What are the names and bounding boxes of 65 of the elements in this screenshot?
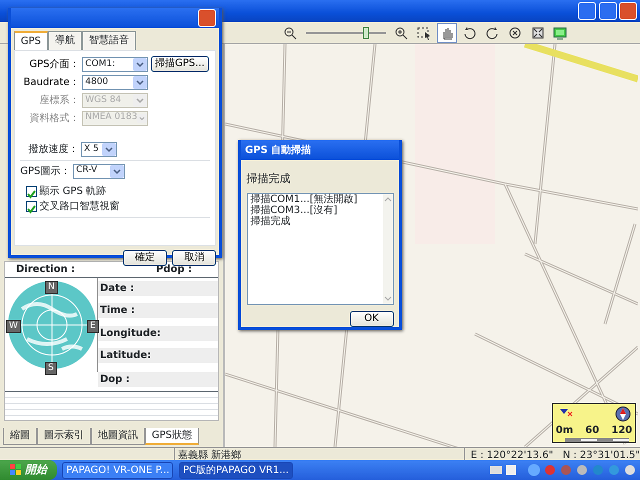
field-label: 撥放速度： xyxy=(28,142,80,157)
signal-off-icon xyxy=(559,408,573,418)
log-line: 掃描COM3...[沒有] xyxy=(249,205,338,216)
compass-label: S xyxy=(45,362,57,375)
log-line: 掃描完成 xyxy=(249,216,292,227)
taskbar-button[interactable]: PC版的PAPAGO VR1... xyxy=(178,462,293,478)
dialog-tab[interactable]: 智慧語音 xyxy=(82,30,136,50)
scan-gps-button[interactable]: 掃描GPS... xyxy=(151,56,209,72)
dialog-message: 掃描完成 xyxy=(246,171,292,187)
select-tool-icon xyxy=(416,26,431,40)
monitor-icon xyxy=(553,26,568,40)
field-label: 資料格式： xyxy=(28,112,80,126)
restore-button[interactable] xyxy=(598,2,616,20)
field-label: Latitude: xyxy=(98,348,218,363)
minimize-button[interactable] xyxy=(578,2,596,20)
panel-tab[interactable]: 圖示索引 xyxy=(36,428,91,445)
taskbar-button[interactable]: PAPAGO! VR-ONE P... xyxy=(62,462,174,478)
field-label: Direction : xyxy=(16,263,76,277)
panel-tab[interactable]: 地圖資訊 xyxy=(90,428,145,445)
status-coordinates: E : 120°22'13.6" N : 23°31'01.5" xyxy=(470,449,640,460)
compass-label: N xyxy=(45,281,58,294)
close-button[interactable] xyxy=(198,9,216,27)
compass-label: E xyxy=(87,320,99,333)
checkbox-label: 顯示 GPS 軌跡 xyxy=(40,184,106,199)
field-label: GPS圖示： xyxy=(20,164,72,178)
zoom-in-icon xyxy=(394,26,408,40)
dropdown[interactable]: 4800 xyxy=(82,75,148,90)
windows-logo-icon xyxy=(10,464,22,476)
field-label: Date : xyxy=(98,280,218,296)
dialog-button[interactable]: 確定 xyxy=(122,250,167,266)
dropdown[interactable]: X 5 xyxy=(81,142,117,157)
field-label: Baudrate： xyxy=(22,76,80,90)
panel-tab[interactable]: 縮圖 xyxy=(2,428,37,445)
zoom-out-icon xyxy=(283,26,297,40)
compass-label: W xyxy=(6,320,21,333)
dialog-tab[interactable]: GPS xyxy=(14,30,48,50)
panel-tab[interactable]: GPS狀態 xyxy=(144,428,199,445)
scale-label: 60 xyxy=(585,424,600,438)
dialog-button[interactable]: 取消 xyxy=(172,250,216,266)
checkbox[interactable] xyxy=(26,186,37,197)
checkbox-label: 交叉路口智慧視窗 xyxy=(40,200,120,214)
checkbox[interactable] xyxy=(26,201,37,212)
field-label: GPS介面： xyxy=(28,58,80,72)
rotate-left-icon xyxy=(462,26,476,40)
slider-thumb[interactable] xyxy=(363,26,370,38)
field-label: 座標系： xyxy=(38,94,80,108)
dialog-tab[interactable]: 導航 xyxy=(48,30,82,50)
start-button[interactable]: 開始 xyxy=(0,460,57,480)
tool-button[interactable] xyxy=(436,22,456,42)
rotate-right-icon xyxy=(485,26,499,40)
dialog-title: GPS 自動掃描 xyxy=(241,140,399,160)
scale-label: 0m xyxy=(556,424,574,438)
dropdown[interactable]: COM1: xyxy=(82,56,148,72)
close-button[interactable] xyxy=(619,2,638,20)
scale-label: 120 xyxy=(611,424,632,438)
rotate-reset-icon xyxy=(508,26,522,40)
dropdown[interactable]: CR-V xyxy=(73,164,126,178)
field-label: Longitude: xyxy=(98,326,218,342)
scale-bar-icon xyxy=(565,438,629,443)
field-label: Dop : xyxy=(98,372,218,387)
log-line: 掃描COM1...[無法開啟] xyxy=(249,194,358,205)
field-label: Time : xyxy=(98,302,218,318)
fullscreen-icon xyxy=(530,26,544,40)
ok-button[interactable]: OK xyxy=(350,310,394,326)
compass-icon xyxy=(615,406,631,422)
